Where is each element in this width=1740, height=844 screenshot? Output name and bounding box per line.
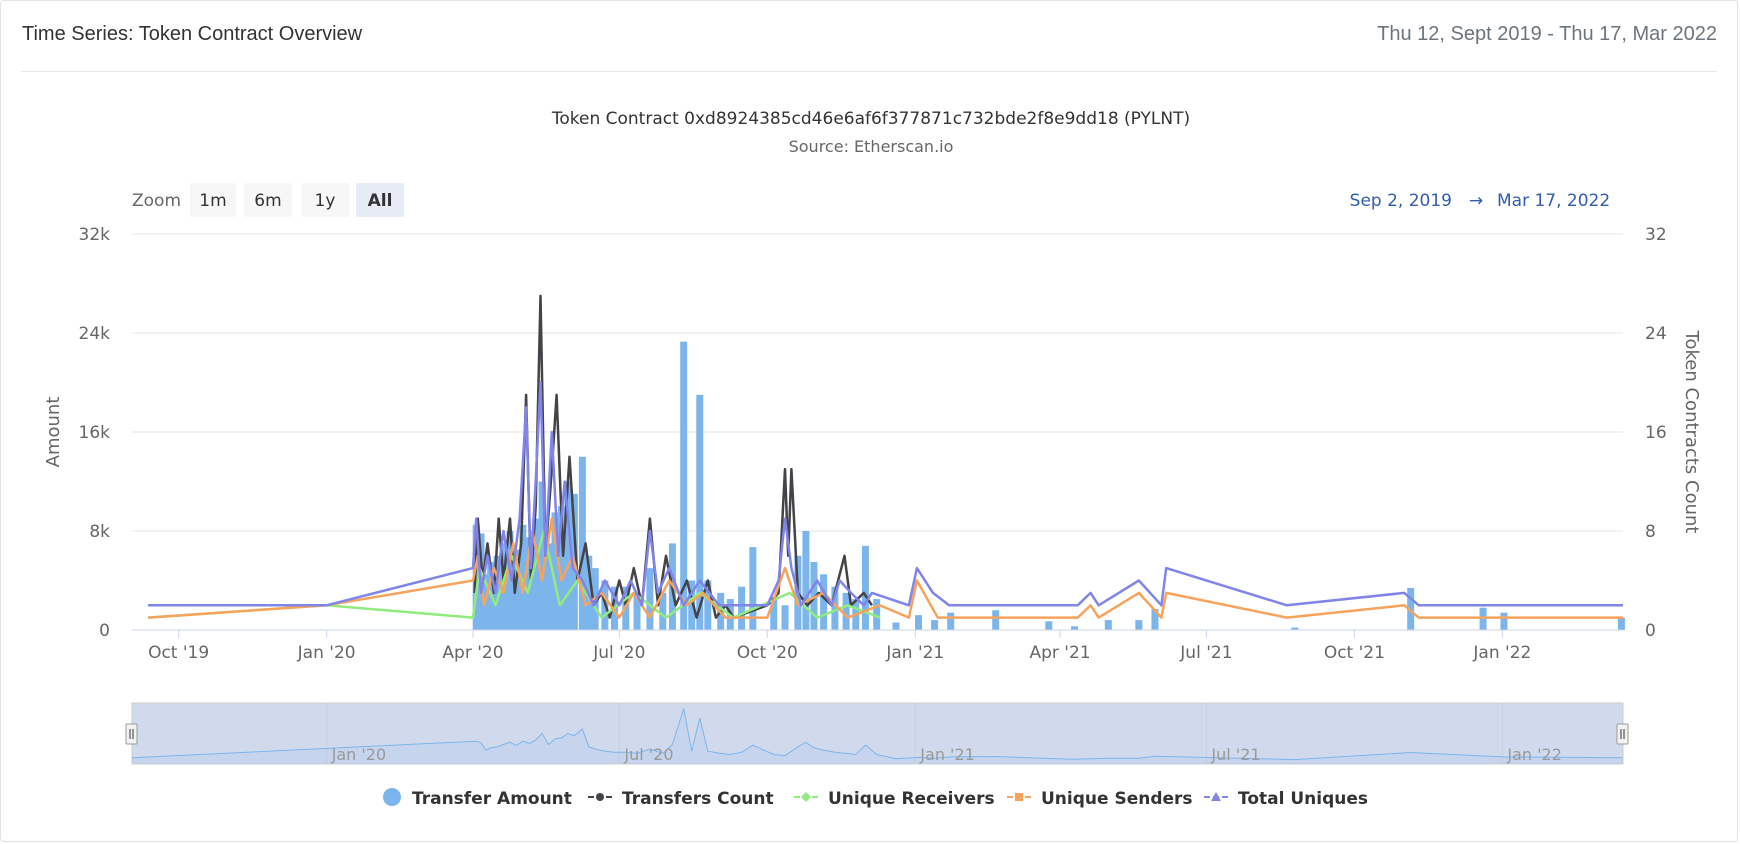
transfer-amount-bar[interactable]: [892, 622, 900, 630]
x-tick: Apr '20: [442, 643, 503, 663]
zoom-button-6m[interactable]: 6m: [244, 183, 292, 217]
x-tick: Oct '21: [1324, 643, 1385, 663]
transfer-amount-bar[interactable]: [861, 545, 869, 630]
transfer-amount-bar[interactable]: [1104, 620, 1112, 630]
y-left-tick: 32k: [79, 225, 111, 245]
chart-subtitle: Source: Etherscan.io: [789, 137, 954, 156]
legend-item-transfers-count[interactable]: Transfers Count: [588, 789, 774, 809]
transfer-amount-bar[interactable]: [842, 592, 850, 630]
zoom-button-1y[interactable]: 1y: [301, 183, 349, 217]
y-right-axis-label: Token Contracts Count: [1681, 330, 1702, 534]
transfer-amount-bars: [472, 341, 1625, 630]
legend: Transfer Amount Transfers Count Unique Rec…: [383, 788, 1368, 809]
zoom-button-1m[interactable]: 1m: [190, 183, 236, 217]
legend-item-unique-senders[interactable]: Unique Senders: [1007, 789, 1193, 809]
y-left-tick: 0: [99, 621, 110, 641]
transfer-amount-bar[interactable]: [947, 612, 955, 630]
legend-label: Transfers Count: [622, 789, 774, 809]
series-lines: [148, 294, 1623, 619]
legend-label: Unique Senders: [1041, 789, 1193, 809]
navigator-label: Jul '21: [1210, 745, 1260, 764]
transfer-amount-bar[interactable]: [1617, 617, 1625, 630]
x-tick-labels: Oct '19 Jan '20 Apr '20 Jul '20 Oct '20 Jan '…: [148, 630, 1531, 663]
transfer-amount-bar[interactable]: [1071, 626, 1079, 630]
x-tick: Jan '20: [297, 643, 356, 663]
navigator-label: Jan '20: [331, 745, 387, 764]
navigator-left-handle[interactable]: [125, 723, 138, 745]
chart-title: Token Contract 0xd8924385cd46e6af6f37787…: [551, 109, 1190, 129]
transfer-amount-bar[interactable]: [802, 531, 810, 630]
transfer-amount-bar[interactable]: [820, 574, 828, 630]
transfer-amount-bar[interactable]: [781, 605, 789, 630]
y-right-tick: 32: [1645, 225, 1667, 245]
legend-label: Unique Receivers: [828, 789, 995, 809]
transfer-amount-bar[interactable]: [1045, 621, 1053, 630]
legend-label: Total Uniques: [1238, 789, 1368, 809]
y-right-tick: 0: [1645, 621, 1656, 641]
navigator-right-handle[interactable]: [1616, 723, 1629, 745]
x-tick: Jul '21: [1179, 643, 1232, 663]
y-left-axis-label: Amount: [43, 397, 64, 468]
transfer-amount-bar[interactable]: [1479, 607, 1487, 630]
range-arrow: →: [1469, 191, 1483, 211]
x-tick: Apr '21: [1029, 643, 1090, 663]
zoom-button-label: 6m: [254, 191, 281, 211]
legend-bar-symbol: [383, 788, 401, 806]
transfer-amount-bar[interactable]: [646, 568, 654, 630]
x-tick: Jan '21: [885, 643, 944, 663]
y-left-tick: 24k: [79, 324, 111, 344]
y-right-tick-labels: 0 8 16 24 32: [1645, 225, 1667, 641]
legend-item-transfer-amount[interactable]: Transfer Amount: [383, 788, 572, 809]
date-range-inputs: Sep 2, 2019 → Mar 17, 2022: [1350, 191, 1611, 211]
y-right-tick: 16: [1645, 423, 1667, 443]
y-left-tick: 16k: [79, 423, 111, 443]
transfer-amount-bar[interactable]: [1500, 612, 1508, 630]
x-tick: Oct '19: [148, 643, 209, 663]
unique-senders-line[interactable]: [148, 517, 1623, 619]
total-uniques-line[interactable]: [148, 381, 1623, 607]
grid-lines: [132, 233, 1623, 532]
y-left-tick: 8k: [89, 522, 110, 542]
zoom-label: Zoom: [132, 191, 181, 211]
time-series-chart: Token Contract 0xd8924385cd46e6af6f37787…: [43, 109, 1702, 809]
x-tick: Jul '20: [592, 643, 645, 663]
navigator-label: Jul '20: [623, 745, 673, 764]
legend-label: Transfer Amount: [412, 789, 572, 809]
zoom-button-label: 1y: [315, 191, 336, 211]
range-from-input[interactable]: Sep 2, 2019: [1350, 191, 1452, 211]
y-right-tick: 24: [1645, 324, 1667, 344]
zoom-button-label: All: [368, 191, 393, 211]
transfer-amount-bar[interactable]: [1135, 620, 1143, 630]
zoom-buttons: 1m 6m 1y All: [190, 183, 404, 217]
legend-item-total-uniques[interactable]: Total Uniques: [1204, 789, 1368, 809]
navigator-label: Jan '22: [1506, 745, 1562, 764]
legend-item-unique-receivers[interactable]: Unique Receivers: [794, 789, 995, 809]
x-tick: Oct '20: [737, 643, 798, 663]
transfer-amount-bar[interactable]: [738, 586, 746, 630]
navigator-label: Jan '21: [919, 745, 975, 764]
range-to-input[interactable]: Mar 17, 2022: [1497, 191, 1610, 211]
zoom-button-label: 1m: [199, 191, 226, 211]
transfer-amount-bar[interactable]: [915, 615, 923, 630]
y-right-tick: 8: [1645, 522, 1656, 542]
transfer-amount-bar[interactable]: [992, 610, 1000, 630]
transfer-amount-bar[interactable]: [931, 620, 939, 630]
zoom-button-all[interactable]: All: [356, 183, 404, 217]
navigator: Jan '20 Jul '20 Jan '21 Jul '21 Jan '22: [125, 702, 1629, 765]
y-left-tick-labels: 0 8k 16k 24k 32k: [79, 225, 111, 641]
x-tick: Jan '22: [1472, 643, 1531, 663]
